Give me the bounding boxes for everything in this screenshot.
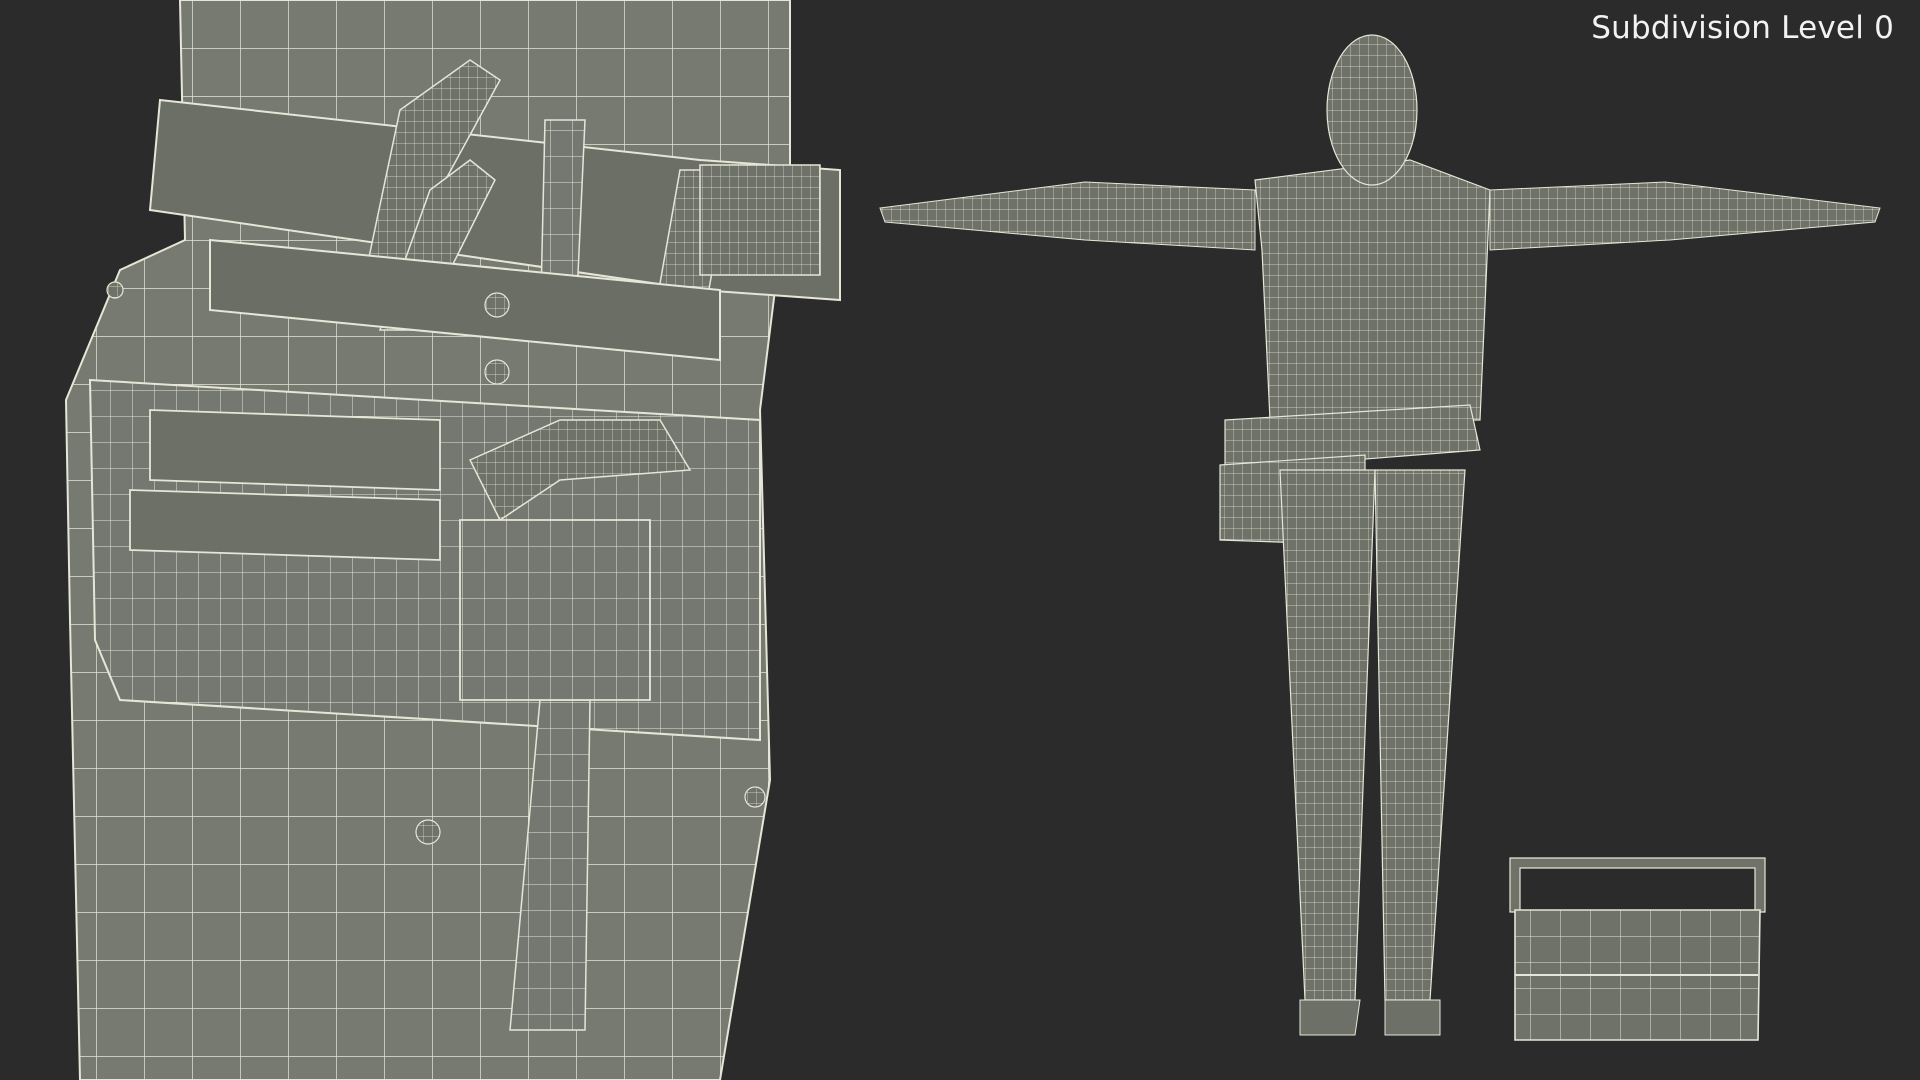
worker-figure	[879, 34, 1881, 1036]
viewport: Subdivision Level 0	[0, 0, 1920, 1080]
toolbox	[1509, 857, 1766, 1041]
scene-canvas	[64, 0, 1881, 1080]
subdivision-level-label: Subdivision Level 0	[1591, 10, 1894, 46]
tool-belt-closeup	[64, 0, 841, 1080]
